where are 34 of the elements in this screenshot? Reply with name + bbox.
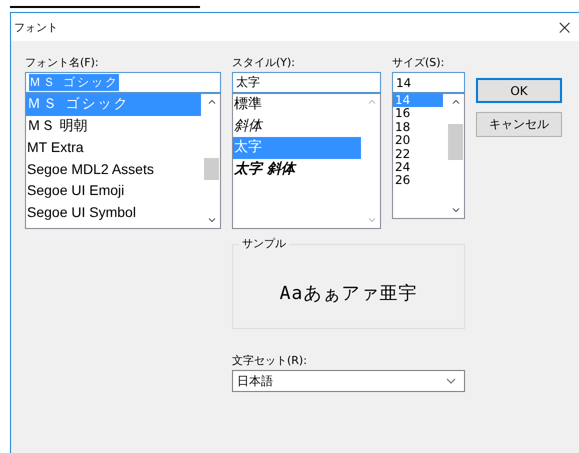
font-list-item[interactable]: ＭＳ 明朝 [26,116,201,137]
size-list-item[interactable]: 20 [393,134,443,148]
group-label: サンプル [239,236,289,251]
size-list-item[interactable]: 22 [393,148,443,161]
field-label: フォント名(F): [25,55,99,70]
scroll-down-icon[interactable] [208,218,216,223]
close-button[interactable]: × [550,16,579,38]
scroll-down-icon[interactable] [452,208,460,213]
style-list-item[interactable]: 斜体 [233,116,361,137]
window-title: フォント [14,20,58,34]
scrollbar-thumb[interactable] [204,158,219,180]
scroll-up-icon[interactable] [208,99,216,104]
field-label: スタイル(Y): [232,55,296,70]
style-field[interactable]: 太字 [232,72,381,93]
field-label: サイズ(S): [392,55,444,70]
size-list-item[interactable]: 26 [393,174,443,188]
size-list-item[interactable]: 18 [393,120,443,134]
cancel-button[interactable]: キャンセル [476,112,562,137]
size-field[interactable]: 14 [392,72,465,93]
field-label: 文字セット(R): [232,353,308,368]
font-list-item[interactable]: Segoe UI Emoji [26,180,201,202]
scrollbar-thumb[interactable] [448,124,463,160]
scroll-up-icon[interactable] [452,99,460,104]
font-list-item[interactable]: MT Extra [26,137,201,158]
sample-text: Aaあぁアァ亜宇 [280,282,418,304]
size-list-item[interactable]: 16 [393,107,443,121]
style-list-item[interactable]: 太字 斜体 [233,158,361,180]
font-list-item[interactable]: Segoe MDL2 Assets [26,158,201,180]
font-list-item[interactable]: Segoe UI Symbol [26,202,201,223]
size-list-item[interactable]: 24 [393,160,443,174]
style-list-item[interactable]: 標準 [233,94,361,116]
caret-icon [446,378,456,384]
ok-button[interactable]: OK [476,78,562,103]
charset-dropdown[interactable]: 日本語 [232,370,465,392]
